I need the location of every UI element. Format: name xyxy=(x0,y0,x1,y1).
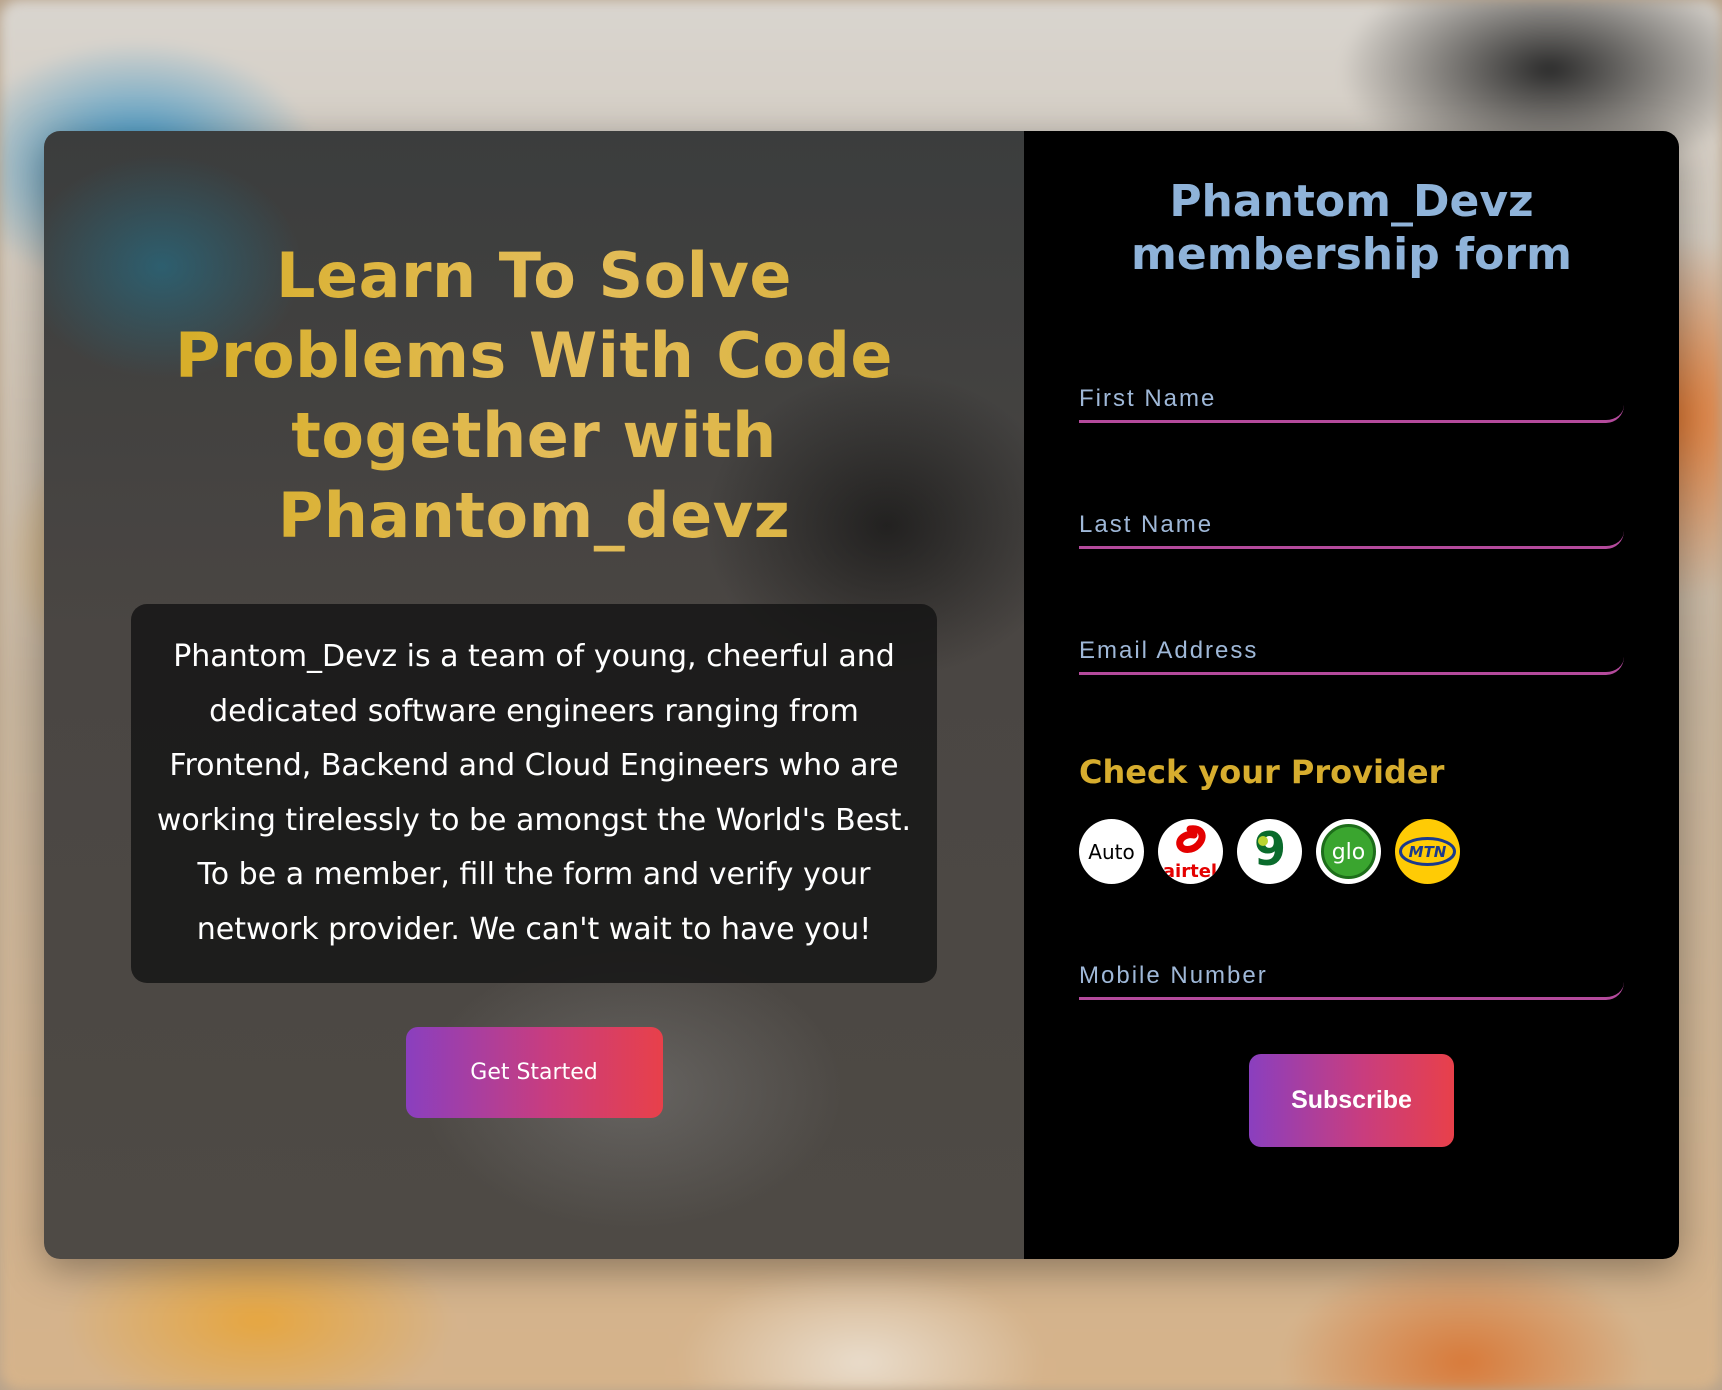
email-field xyxy=(1079,631,1624,675)
glo-logo-icon: glo xyxy=(1321,824,1376,879)
provider-airtel[interactable]: airtel xyxy=(1158,819,1223,884)
mobile-number-input[interactable] xyxy=(1079,956,1624,996)
9mobile-logo-text: 9 xyxy=(1254,822,1286,876)
membership-card: Learn To Solve Problems With Code togeth… xyxy=(44,131,1679,1259)
subscribe-button[interactable]: Subscribe xyxy=(1249,1054,1454,1147)
glo-logo-text: glo xyxy=(1332,840,1366,865)
provider-9mobile[interactable]: 9 xyxy=(1237,819,1302,884)
airtel-logo-text: airtel xyxy=(1163,861,1217,882)
provider-mtn[interactable]: MTN xyxy=(1395,819,1460,884)
last-name-input[interactable] xyxy=(1079,505,1624,545)
provider-options: Auto airtel 9 glo MTN xyxy=(1079,819,1624,884)
mtn-logo-text: MTN xyxy=(1409,843,1447,861)
last-name-field xyxy=(1079,505,1624,549)
about-text: Phantom_Devz is a team of young, cheerfu… xyxy=(131,604,937,983)
hero-headline: Learn To Solve Problems With Code togeth… xyxy=(154,236,914,556)
form-title: Phantom_Devz membership form xyxy=(1079,175,1624,281)
provider-heading: Check your Provider xyxy=(1079,753,1445,791)
provider-auto-label: Auto xyxy=(1088,839,1135,864)
provider-auto[interactable]: Auto xyxy=(1079,819,1144,884)
mobile-number-field xyxy=(1079,956,1624,1000)
mtn-logo-icon: MTN xyxy=(1399,837,1456,866)
provider-glo[interactable]: glo xyxy=(1316,819,1381,884)
9mobile-logo-icon: 9 xyxy=(1254,822,1286,876)
form-panel: Phantom_Devz membership form Check your … xyxy=(1024,131,1679,1259)
form-title-line-2: membership form xyxy=(1131,229,1572,280)
form-title-line-1: Phantom_Devz xyxy=(1169,176,1534,227)
first-name-field xyxy=(1079,379,1624,423)
first-name-input[interactable] xyxy=(1079,379,1624,419)
airtel-logo-icon: airtel xyxy=(1163,825,1217,882)
email-input[interactable] xyxy=(1079,631,1624,671)
hero-panel: Learn To Solve Problems With Code togeth… xyxy=(44,131,1024,1259)
get-started-button[interactable]: Get Started xyxy=(405,1027,663,1118)
